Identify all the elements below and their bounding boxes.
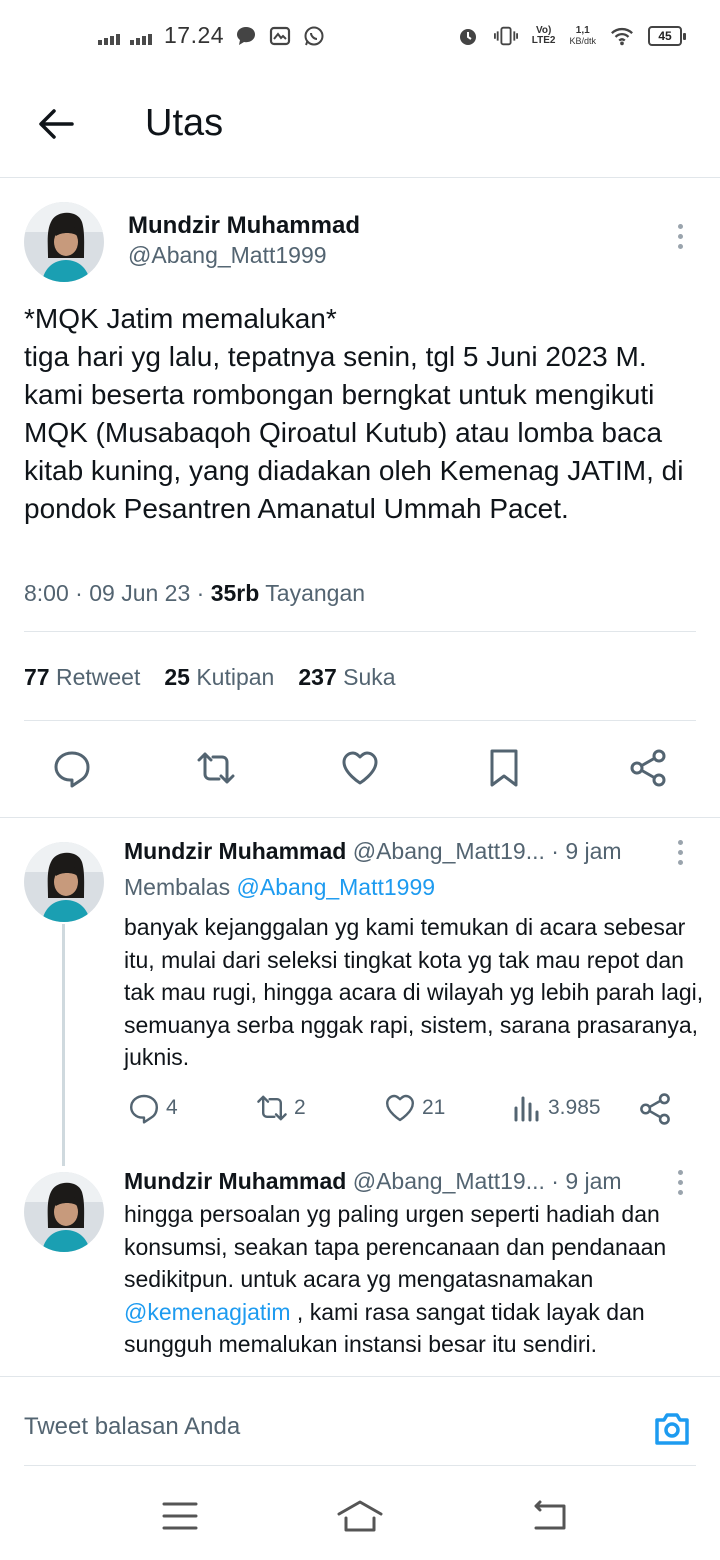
like-button[interactable]: 21 — [384, 1092, 445, 1124]
reply-time: · 9 jam — [551, 1168, 622, 1194]
avatar[interactable] — [24, 202, 104, 282]
replying-to-link[interactable]: @Abang_Matt1999 — [237, 874, 436, 900]
views-count: 3.985 — [548, 1096, 601, 1119]
more-options-icon[interactable] — [675, 224, 685, 249]
more-options-icon[interactable] — [675, 1170, 685, 1195]
retweet-icon[interactable] — [196, 748, 236, 788]
tweet-meta: 8:00 · 09 Jun 23 · 35rb Tayangan — [24, 580, 366, 606]
back-arrow-icon[interactable] — [36, 104, 76, 144]
camera-icon[interactable] — [652, 1409, 692, 1449]
like-count: 21 — [422, 1096, 446, 1119]
views-count: 35rb — [210, 580, 260, 606]
retweet-button[interactable]: 2 — [256, 1092, 306, 1124]
alarm-icon — [456, 24, 480, 48]
wifi-icon — [610, 24, 634, 48]
network-speed: 1,1 KB/dtk — [569, 24, 596, 46]
tweet-actions — [0, 748, 720, 792]
lte-indicator: Vo) LTE2 — [531, 25, 556, 46]
home-icon[interactable] — [336, 1496, 384, 1536]
retweets-stat[interactable]: 77 Retweet — [24, 664, 140, 691]
retweet-count: 2 — [294, 1096, 306, 1119]
analytics-icon — [514, 1096, 539, 1122]
bookmark-icon[interactable] — [484, 748, 524, 788]
tweet-text-heading: *MQK Jatim memalukan* — [24, 303, 337, 334]
battery-icon: 45 — [648, 26, 686, 46]
status-left: 17.24 — [98, 22, 326, 49]
reply-time: · 9 jam — [551, 838, 622, 864]
menu-icon[interactable] — [156, 1496, 204, 1536]
status-time: 17.24 — [164, 22, 225, 48]
chat-bubble-icon — [234, 24, 258, 48]
retweet-icon — [257, 1095, 287, 1121]
signal-icon — [130, 27, 152, 45]
reply-count: 4 — [166, 1096, 178, 1119]
tweet-text: *MQK Jatim memalukan* tiga hari yg lalu,… — [24, 300, 704, 528]
reply-icon[interactable] — [52, 748, 92, 788]
back-nav-icon[interactable] — [526, 1496, 574, 1536]
gallery-icon — [268, 24, 292, 48]
views-label: Tayangan — [265, 580, 366, 606]
author-handle[interactable]: @Abang_Matt19... — [353, 838, 545, 864]
author-handle[interactable]: @Abang_Matt19... — [353, 1168, 545, 1194]
more-options-icon[interactable] — [675, 840, 685, 865]
reply-text: hingga persoalan yg paling urgen seperti… — [124, 1201, 667, 1357]
tweet-text-body: tiga hari yg lalu, tepatnya senin, tgl 5… — [24, 341, 684, 524]
share-icon[interactable] — [628, 748, 668, 788]
system-nav-bar — [0, 1466, 720, 1560]
tweet-date: 09 Jun 23 — [89, 580, 191, 606]
page-title: Utas — [145, 102, 224, 144]
tweet-stats: 77 Retweet 25 Kutipan 237 Suka — [24, 664, 396, 691]
divider — [0, 817, 720, 818]
author-name[interactable]: Mundzir Muhammad — [124, 838, 346, 864]
share-button[interactable] — [638, 1092, 672, 1126]
mention-link[interactable]: @kemenagjatim — [124, 1299, 291, 1325]
thread-line — [62, 924, 65, 1166]
like-heart-icon[interactable] — [340, 748, 380, 788]
whatsapp-icon — [302, 24, 326, 48]
status-right: Vo) LTE2 1,1 KB/dtk 45 — [456, 24, 686, 48]
like-heart-icon — [386, 1094, 414, 1122]
quotes-stat[interactable]: 25 Kutipan — [164, 664, 274, 691]
reply-button[interactable]: 4 — [128, 1092, 178, 1124]
reply-composer — [0, 1376, 720, 1466]
status-bar: 17.24 Vo) LTE2 1,1 KB/dtk 45 — [0, 0, 720, 78]
signal-icon — [98, 27, 120, 45]
views-button[interactable]: 3.985 — [512, 1092, 601, 1124]
reply-header: Mundzir Muhammad @Abang_Matt19... · 9 ja… — [124, 1168, 622, 1195]
vibrate-icon — [493, 24, 518, 48]
reply-actions: 4 2 21 3.985 — [124, 1092, 684, 1128]
likes-stat[interactable]: 237 Suka — [298, 664, 395, 691]
avatar[interactable] — [24, 1172, 104, 1252]
reply-header: Mundzir Muhammad @Abang_Matt19... · 9 ja… — [124, 838, 622, 865]
divider — [24, 720, 696, 721]
reply-input[interactable] — [24, 1413, 584, 1441]
share-icon — [640, 1093, 670, 1125]
reply-icon — [130, 1094, 158, 1124]
reply-text: banyak kejanggalan yg kami temukan di ac… — [124, 914, 704, 1070]
author-name[interactable]: Mundzir Muhammad — [128, 212, 360, 240]
replying-to: Membalas @Abang_Matt1999 — [124, 874, 436, 900]
avatar[interactable] — [24, 842, 104, 922]
author-handle[interactable]: @Abang_Matt1999 — [128, 242, 327, 269]
top-app-bar: Utas — [0, 78, 720, 178]
author-name[interactable]: Mundzir Muhammad — [124, 1168, 346, 1194]
tweet-time: 8:00 — [24, 580, 69, 606]
divider — [24, 631, 696, 632]
